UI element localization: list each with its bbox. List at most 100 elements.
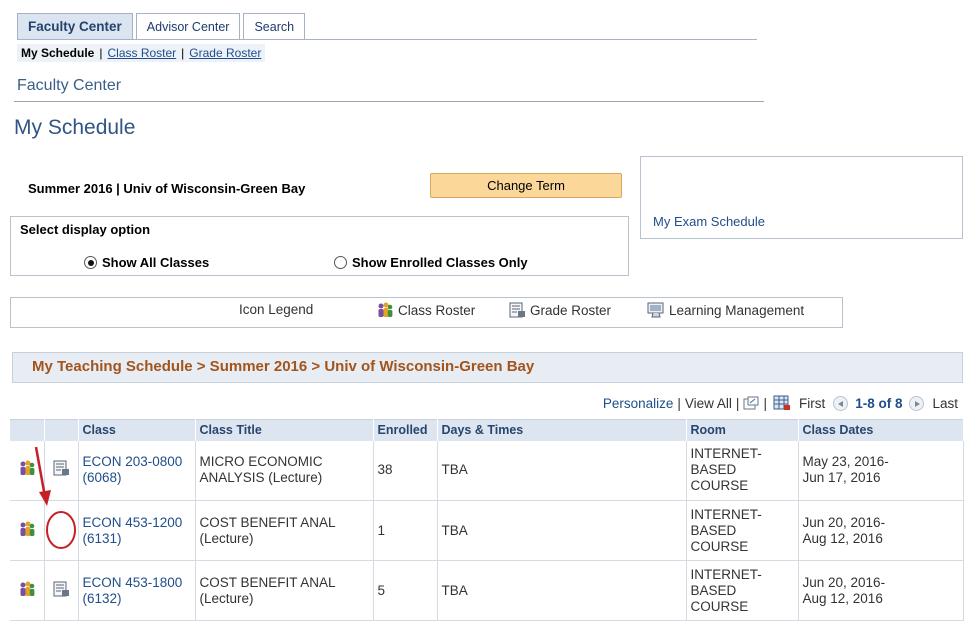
room-line: COURSE [690, 478, 749, 494]
tab-advisor-center[interactable]: Advisor Center [135, 13, 241, 40]
col-header-grade-icon [44, 419, 79, 441]
col-header-class: Class [78, 419, 196, 441]
page-range: 1-8 of 8 [855, 395, 903, 411]
schedule-header-title: My Teaching Schedule > Summer 2016 > Uni… [32, 358, 535, 375]
show-all-classes-option[interactable]: Show All Classes [84, 255, 209, 270]
room-cell: INTERNET- BASED COURSE [686, 500, 799, 561]
first-link[interactable]: First [799, 396, 825, 411]
subnav-class-roster-link[interactable]: Class Roster [107, 46, 176, 60]
class-roster-icon[interactable] [18, 581, 36, 597]
enrolled-cell: 38 [373, 440, 438, 501]
class-title-cell: COST BENEFIT ANAL (Lecture) [195, 500, 374, 561]
new-window-icon[interactable] [743, 396, 759, 410]
subnav: My Schedule | Class Roster | Grade Roster [17, 44, 266, 62]
download-spreadsheet-icon[interactable] [773, 395, 791, 411]
col-header-roster-icon [10, 419, 45, 441]
class-code-link[interactable]: ECON 203-0800 [83, 454, 183, 469]
view-all-link[interactable]: View All [685, 396, 732, 411]
last-link[interactable]: Last [932, 396, 958, 411]
learning-management-icon [647, 302, 664, 318]
class-dates-cell: Jun 20, 2016- Aug 12, 2016 [798, 500, 964, 561]
days-times-cell: TBA [437, 440, 687, 501]
grade-icon-cell [44, 560, 79, 621]
class-code-link[interactable]: ECON 453-1800 [83, 575, 183, 590]
schedule-header: My Teaching Schedule > Summer 2016 > Uni… [12, 352, 963, 383]
legend-learning-management-label: Learning Management [669, 302, 805, 318]
exam-schedule-link[interactable]: My Exam Schedule [653, 214, 765, 229]
tab-search[interactable]: Search [243, 13, 306, 40]
legend-class-roster: Class Roster [376, 302, 475, 318]
room-line: COURSE [690, 598, 749, 614]
col-header-enrolled: Enrolled [373, 419, 438, 441]
class-cell[interactable]: ECON 453-1200 (6131) [78, 500, 196, 561]
heading-divider [14, 101, 764, 102]
date-line: May 23, 2016- [802, 454, 889, 470]
faculty-center-heading: Faculty Center [17, 77, 122, 94]
class-number-link[interactable]: (6131) [83, 531, 122, 546]
room-line: BASED [690, 582, 737, 598]
nav-separator: | [763, 395, 767, 411]
show-all-classes-radio[interactable] [84, 256, 97, 269]
room-line: COURSE [690, 538, 749, 554]
class-dates-cell: May 23, 2016- Jun 17, 2016 [798, 440, 964, 501]
date-line: Aug 12, 2016 [802, 590, 883, 606]
class-number-link[interactable]: (6068) [83, 470, 122, 485]
col-header-class-dates: Class Dates [798, 419, 964, 441]
class-title-line: COST BENEFIT ANAL [199, 514, 336, 530]
subnav-separator: | [181, 46, 185, 60]
display-option-label: Select display option [20, 222, 151, 237]
class-title-line: (Lecture) [199, 590, 254, 606]
room-line: INTERNET- [690, 566, 762, 582]
class-roster-icon[interactable] [18, 460, 36, 476]
room-cell: INTERNET- BASED COURSE [686, 560, 799, 621]
class-title-cell: COST BENEFIT ANAL (Lecture) [195, 560, 374, 621]
room-line: INTERNET- [690, 446, 762, 462]
col-header-room: Room [686, 419, 799, 441]
grade-icon-cell [44, 440, 79, 501]
subnav-my-schedule: My Schedule [21, 46, 95, 60]
enrolled-cell: 5 [373, 560, 438, 621]
class-title-cell: MICRO ECONOMIC ANALYSIS (Lecture) [195, 440, 374, 501]
subnav-separator: | [99, 46, 103, 60]
grade-roster-icon[interactable] [53, 581, 70, 597]
legend-class-roster-label: Class Roster [398, 302, 476, 318]
grade-roster-icon[interactable] [53, 460, 70, 476]
legend-title-text: Icon Legend [239, 302, 314, 317]
grid-navigation: Personalize | View All | | First 1-8 of … [603, 395, 958, 411]
col-header-class-title: Class Title [195, 419, 374, 441]
grade-roster-icon [509, 302, 525, 318]
class-number-link[interactable]: (6132) [83, 591, 122, 606]
personalize-link[interactable]: Personalize [603, 396, 674, 411]
show-all-classes-label: Show All Classes [102, 255, 210, 270]
show-enrolled-option[interactable]: Show Enrolled Classes Only [334, 255, 528, 270]
class-cell[interactable]: ECON 453-1800 (6132) [78, 560, 196, 621]
subnav-grade-roster-link[interactable]: Grade Roster [189, 46, 261, 60]
class-title-line: (Lecture) [199, 530, 254, 546]
date-line: Jun 17, 2016 [802, 470, 881, 486]
table-row: ECON 453-1200 (6131) COST BENEFIT ANAL (Le… [10, 500, 964, 561]
room-line: BASED [690, 522, 737, 538]
show-enrolled-radio[interactable] [334, 256, 347, 269]
col-header-days-times: Days & Times [437, 419, 687, 441]
class-roster-icon[interactable] [18, 521, 36, 537]
date-line: Jun 20, 2016- [802, 574, 886, 590]
tab-faculty-center[interactable]: Faculty Center [17, 13, 133, 40]
next-page-icon[interactable] [909, 395, 925, 411]
days-times-cell: TBA [437, 560, 687, 621]
show-enrolled-label: Show Enrolled Classes Only [352, 255, 528, 270]
previous-page-icon[interactable] [833, 395, 849, 411]
page-title: My Schedule [14, 116, 136, 139]
legend-title: Icon Legend [239, 302, 313, 317]
nav-separator: | [677, 395, 681, 411]
room-line: INTERNET- [690, 506, 762, 522]
class-title-line: COST BENEFIT ANAL [199, 574, 336, 590]
date-line: Aug 12, 2016 [802, 530, 883, 546]
date-line: Jun 20, 2016- [802, 514, 886, 530]
class-roster-icon [378, 302, 393, 317]
table-row: ECON 203-0800 (6068) MICRO ECONOMIC ANALYS… [10, 440, 964, 501]
class-code-link[interactable]: ECON 453-1200 [83, 515, 183, 530]
class-title-line: ANALYSIS (Lecture) [199, 470, 323, 486]
legend-grade-roster: Grade Roster [509, 302, 611, 318]
change-term-button[interactable]: Change Term [430, 173, 622, 198]
class-cell[interactable]: ECON 203-0800 (6068) [78, 440, 196, 501]
